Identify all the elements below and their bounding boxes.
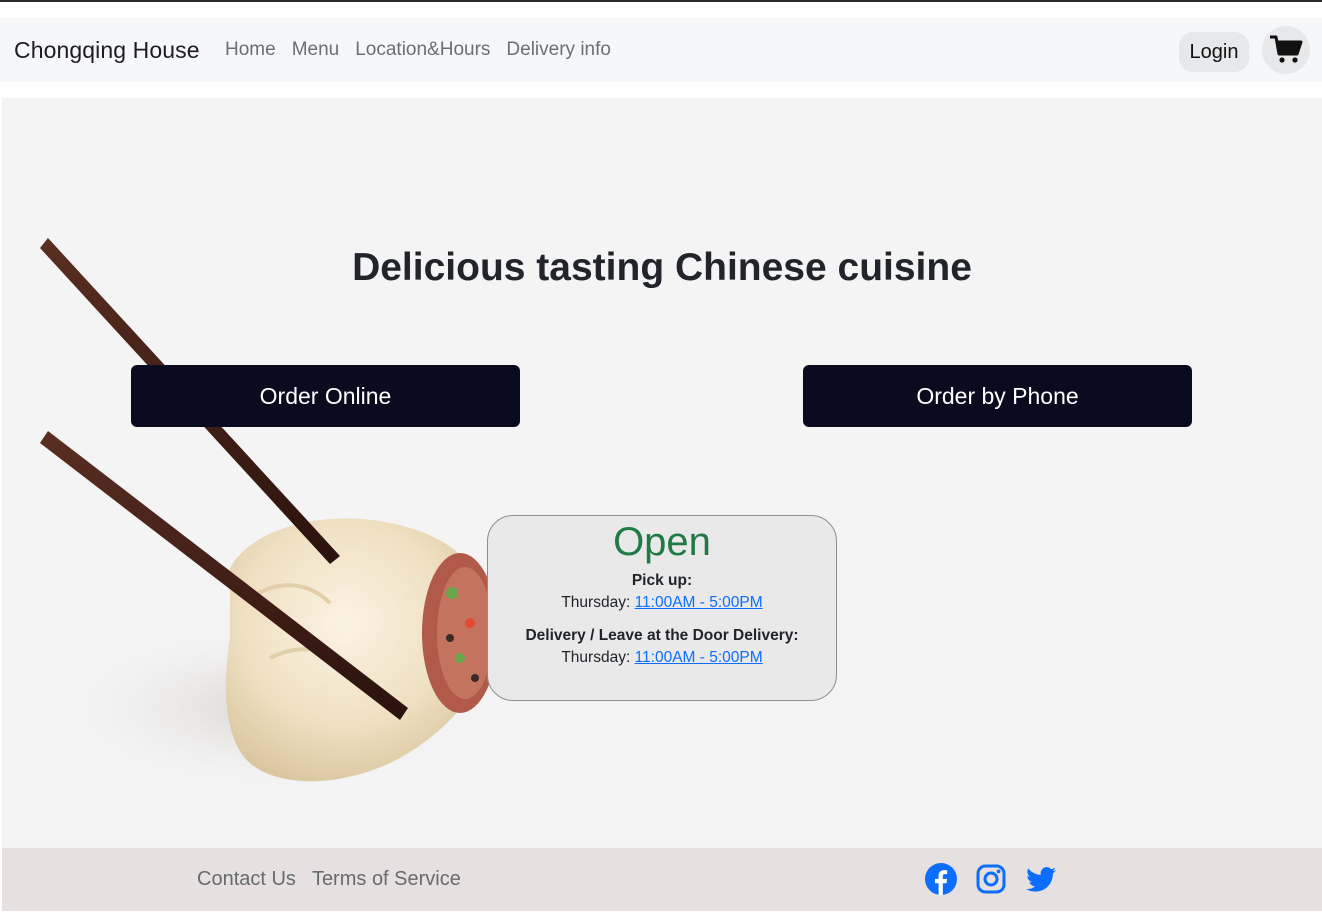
delivery-heading: Delivery / Leave at the Door Delivery:	[525, 627, 799, 644]
footer-links: Contact Us Terms of Service	[197, 868, 461, 891]
cart-icon	[1270, 35, 1303, 63]
footer-link-contact-us[interactable]: Contact Us	[197, 868, 296, 891]
pickup-day: Thursday:	[561, 594, 631, 611]
delivery-hours: Thursday: 11:00AM - 5:00PM	[488, 649, 836, 667]
instagram-icon[interactable]	[975, 863, 1007, 895]
pickup-hours: Thursday: 11:00AM - 5:00PM	[488, 594, 836, 612]
dumpling-chopsticks-image	[40, 238, 500, 798]
hero-title: Delicious tasting Chinese cuisine	[352, 246, 972, 289]
order-by-phone-button[interactable]: Order by Phone	[803, 365, 1192, 427]
nav-link-delivery-info[interactable]: Delivery info	[506, 39, 611, 61]
delivery-day: Thursday:	[561, 649, 631, 666]
pickup-heading: Pick up:	[631, 572, 693, 589]
nav-link-menu[interactable]: Menu	[292, 39, 340, 61]
brand-logo-text[interactable]: Chongqing House	[14, 37, 200, 64]
nav-links: Home Menu Location&Hours Delivery info	[225, 39, 611, 61]
facebook-icon[interactable]	[925, 863, 957, 895]
login-button[interactable]: Login	[1179, 32, 1249, 72]
delivery-time-link[interactable]: 11:00AM - 5:00PM	[635, 649, 763, 666]
hours-card: Open Pick up: Thursday: 11:00AM - 5:00PM…	[487, 515, 837, 701]
social-links	[925, 863, 1057, 895]
top-border	[0, 0, 1322, 2]
footer-link-terms-of-service[interactable]: Terms of Service	[312, 868, 461, 891]
open-status: Open	[613, 520, 711, 564]
twitter-icon[interactable]	[1025, 863, 1057, 895]
nav-link-location-hours[interactable]: Location&Hours	[355, 39, 490, 61]
nav-link-home[interactable]: Home	[225, 39, 276, 61]
cart-button[interactable]	[1262, 26, 1310, 74]
order-online-button[interactable]: Order Online	[131, 365, 520, 427]
hero-section: Delicious tasting Chinese cuisine Order …	[2, 98, 1322, 848]
navbar: Chongqing House Home Menu Location&Hours…	[0, 18, 1322, 82]
pickup-time-link[interactable]: 11:00AM - 5:00PM	[635, 594, 763, 611]
footer: Contact Us Terms of Service	[2, 848, 1322, 911]
